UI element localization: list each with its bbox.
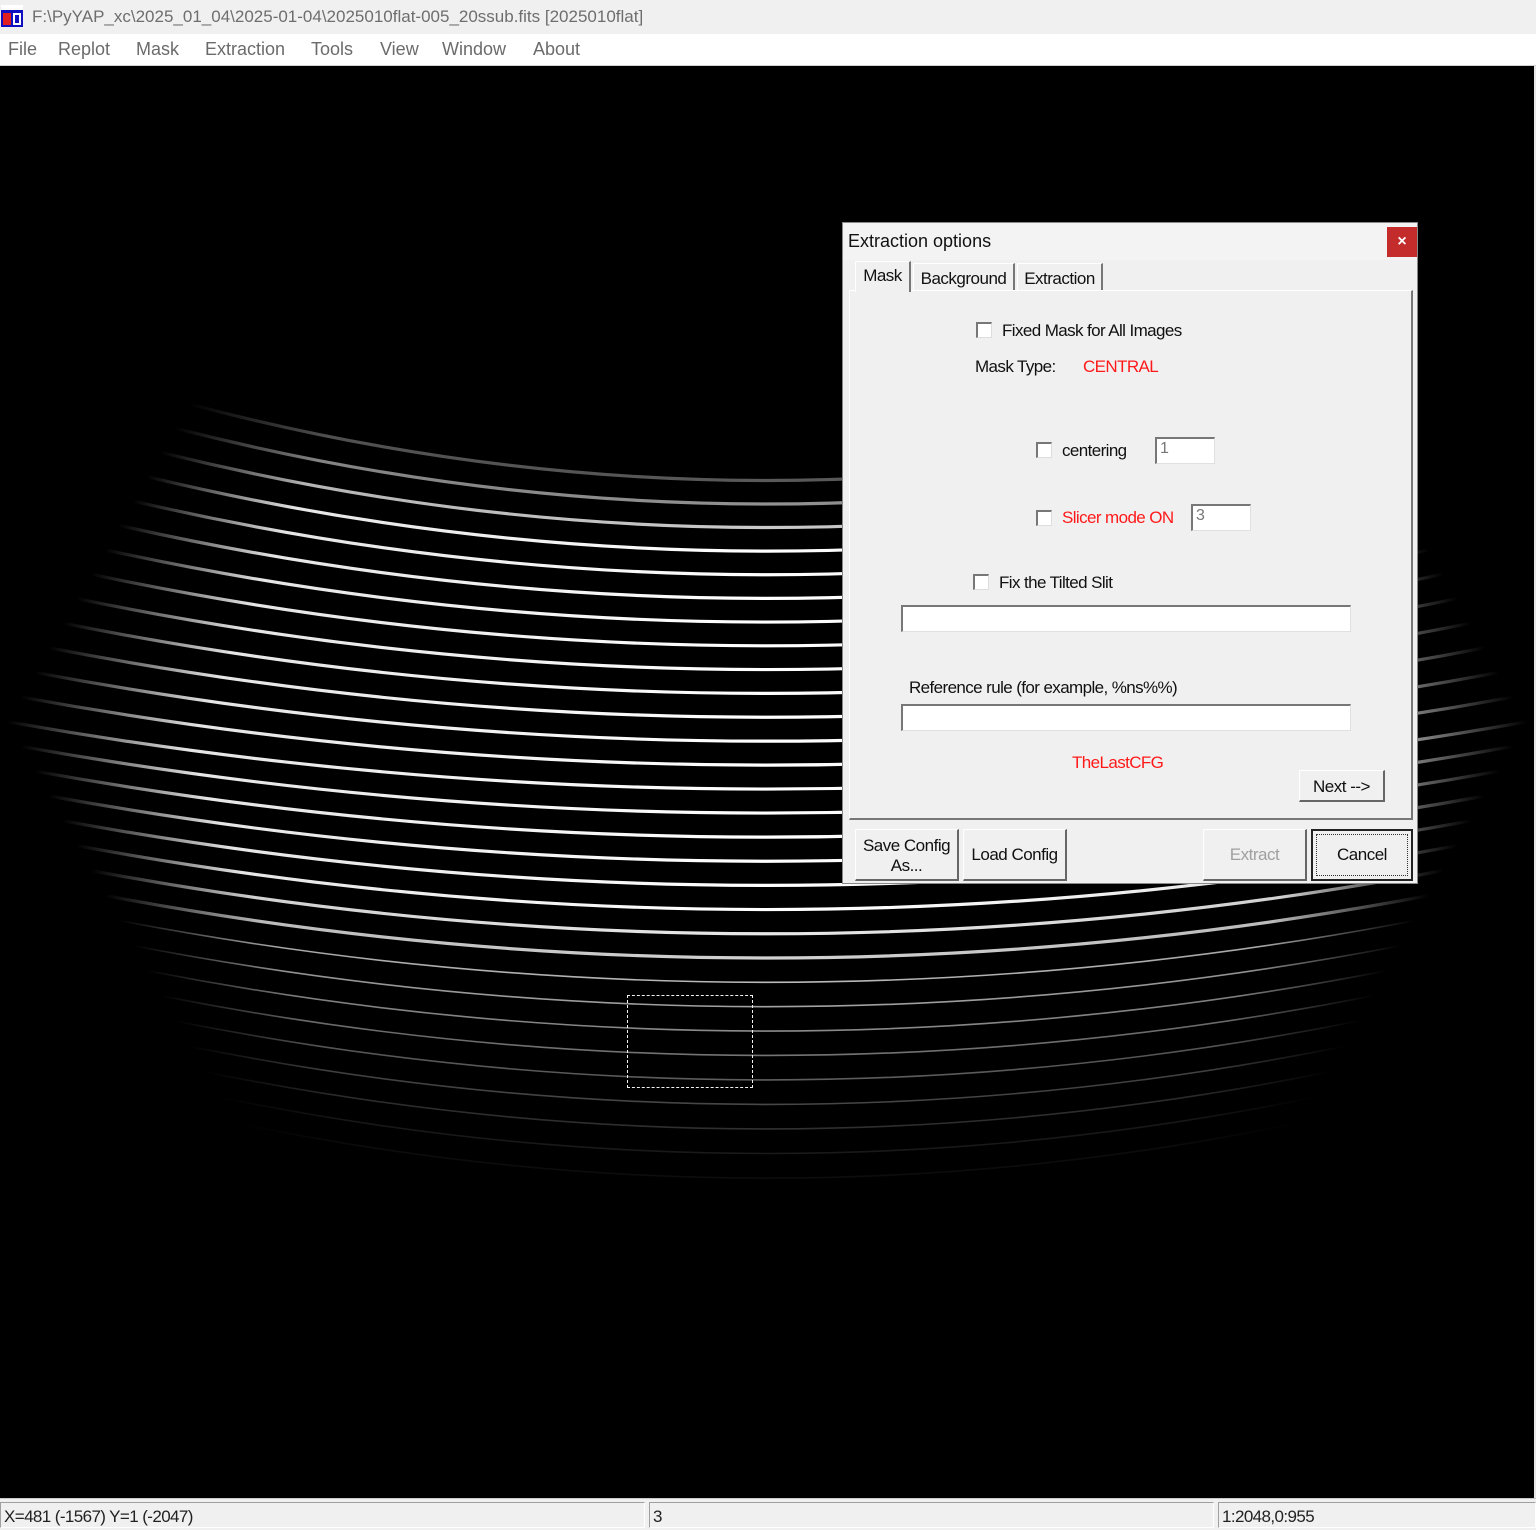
menu-replot[interactable]: Replot [58,39,110,60]
menu-window[interactable]: Window [442,39,506,60]
tab-mask[interactable]: Mask [855,261,911,292]
load-config-button[interactable]: Load Config [963,829,1067,881]
load-config-label: Load Config [971,845,1058,864]
extract-label: Extract [1229,845,1280,864]
menu-extraction[interactable]: Extraction [205,39,285,60]
extract-button[interactable]: Extract [1203,829,1307,881]
pyyap-app-icon[interactable] [1,5,23,27]
save-config-label-2: As... [890,856,923,875]
status-scale: 1:2048,0:955 [1218,1502,1536,1528]
status-coordinates: X=481 (-1567) Y=1 (-2047) [0,1502,645,1528]
config-name: TheLastCFG [1072,753,1164,772]
slicer-mode-checkbox[interactable] [1036,510,1052,526]
window-titlebar: F:\PyYAP_xc\2025_01_04\2025-01-04\202501… [0,0,1536,34]
reference-rule-label: Reference rule (for example, %ns%%) [909,678,1178,697]
menu-mask[interactable]: Mask [136,39,179,60]
echelle-order-trace [132,944,1402,1008]
reference-rule-input[interactable] [901,704,1351,731]
save-config-label: Save Config [862,836,951,855]
mask-type-value: CENTRAL [1083,357,1159,376]
echelle-order-trace [216,1095,1318,1155]
menu-tools[interactable]: Tools [311,39,353,60]
centering-input[interactable]: 1 [1155,437,1215,464]
tab-background[interactable]: Background [913,263,1015,291]
fixed-mask-label: Fixed Mask for All Images [1002,321,1182,340]
echelle-order-trace [174,1020,1360,1081]
mask-type-label: Mask Type: [975,357,1056,376]
next-button-label: Next --> [1313,777,1370,796]
dialog-title: Extraction options [848,231,992,251]
tab-extraction[interactable]: Extraction [1017,263,1103,291]
extraction-options-dialog: Extraction options × Mask Background Ext… [842,222,1418,884]
menubar: File Replot Mask Extraction Tools View W… [0,34,1536,66]
window-title: F:\PyYAP_xc\2025_01_04\2025-01-04\202501… [32,7,644,26]
echelle-order-trace [160,995,1374,1057]
status-pixel-value: 3 [649,1502,1214,1528]
tilted-slit-label: Fix the Tilted Slit [999,573,1113,592]
menu-view[interactable]: View [380,39,419,60]
tilted-slit-checkbox[interactable] [973,574,989,590]
close-icon: × [1397,233,1407,250]
dialog-titlebar[interactable]: Extraction options × [843,223,1417,260]
statusbar: X=481 (-1567) Y=1 (-2047) 3 1:2048,0:955 [0,1498,1536,1530]
echelle-order-trace [230,1121,1304,1179]
menu-file[interactable]: File [8,39,37,60]
next-button[interactable]: Next --> [1299,770,1385,802]
cancel-button[interactable]: Cancel [1311,829,1413,881]
selection-rectangle[interactable] [627,995,753,1088]
close-button[interactable]: × [1387,227,1417,257]
save-config-button[interactable]: Save Config As... [855,829,959,881]
menu-about[interactable]: About [533,39,580,60]
centering-checkbox[interactable] [1036,442,1052,458]
tilted-slit-input[interactable] [901,605,1351,632]
slicer-mode-input[interactable]: 3 [1191,504,1251,531]
slicer-mode-label: Slicer mode ON [1062,508,1174,527]
centering-label: centering [1062,441,1127,460]
echelle-order-trace [146,969,1388,1032]
fixed-mask-checkbox[interactable] [976,322,992,338]
